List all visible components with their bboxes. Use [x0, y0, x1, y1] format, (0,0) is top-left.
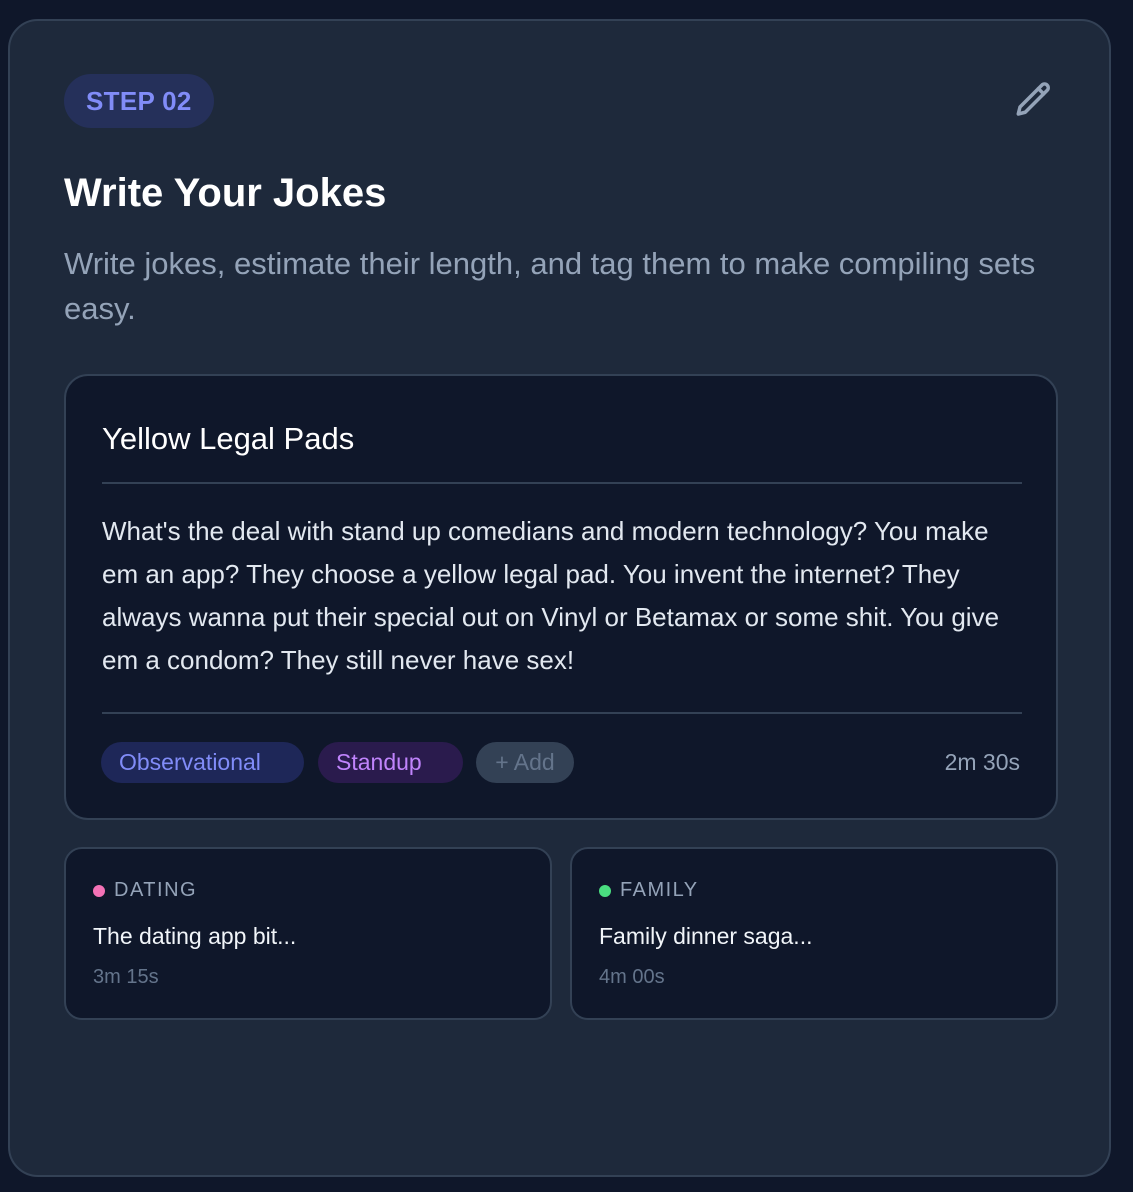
add-tag-button[interactable]: + Add	[476, 742, 574, 783]
tag-observational[interactable]: Observational	[101, 742, 304, 783]
edit-button[interactable]	[1013, 79, 1055, 121]
page-title: Write Your Jokes	[64, 171, 387, 215]
joke-category: DATING	[114, 879, 198, 901]
joke-footer-divider	[102, 712, 1022, 714]
category-dot-icon	[93, 885, 105, 897]
page-subtitle: Write jokes, estimate their length, and …	[64, 246, 1036, 326]
joke-card-duration: 3m 15s	[93, 966, 159, 988]
joke-card-dating[interactable]: DATING The dating app bit... 3m 15s	[64, 847, 552, 1020]
joke-card-title: The dating app bit...	[93, 923, 297, 949]
category-dot-icon	[599, 885, 611, 897]
joke-card[interactable]: Yellow Legal Pads What's the deal with s…	[64, 374, 1058, 820]
joke-card-family[interactable]: FAMILY Family dinner saga... 4m 00s	[570, 847, 1058, 1020]
joke-card-duration: 4m 00s	[599, 966, 665, 988]
joke-title[interactable]: Yellow Legal Pads	[102, 420, 354, 458]
step-card: STEP 02 Write Your Jokes Write jokes, es…	[8, 19, 1111, 1177]
pencil-icon	[1016, 82, 1050, 116]
joke-card-title: Family dinner saga...	[599, 923, 813, 949]
joke-title-divider	[102, 482, 1022, 484]
step-badge: STEP 02	[64, 74, 214, 128]
joke-body[interactable]: What's the deal with stand up comedians …	[102, 510, 1022, 682]
joke-category: FAMILY	[620, 879, 699, 901]
tag-standup[interactable]: Standup	[318, 742, 463, 783]
joke-duration: 2m 30s	[944, 749, 1020, 775]
